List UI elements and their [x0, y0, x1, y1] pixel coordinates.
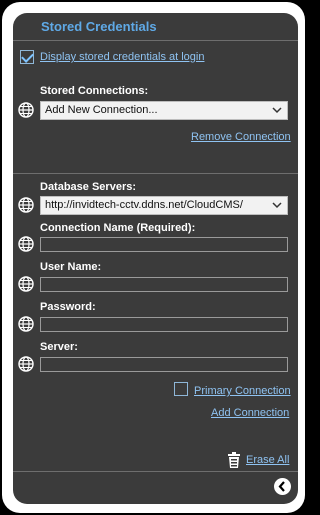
chevron-down-icon	[272, 202, 282, 209]
divider	[13, 471, 298, 472]
stored-connections-select[interactable]: Add New Connection...	[40, 101, 288, 120]
dialog-frame: Stored Credentials Display stored creden…	[2, 2, 305, 513]
back-button[interactable]	[274, 478, 291, 495]
stored-connections-label: Stored Connections:	[40, 85, 149, 97]
globe-icon	[18, 102, 34, 118]
database-servers-select[interactable]: http://invidtech-cctv.ddns.net/CloudCMS/	[40, 196, 288, 215]
stored-credentials-panel: Stored Credentials Display stored creden…	[13, 13, 298, 504]
divider	[13, 40, 298, 41]
add-connection-link[interactable]: Add Connection	[211, 407, 289, 419]
display-login-checkbox[interactable]	[20, 50, 34, 64]
password-label: Password:	[40, 301, 96, 313]
server-label: Server:	[40, 341, 78, 353]
globe-icon	[18, 276, 34, 292]
stored-connections-value: Add New Connection...	[45, 104, 158, 116]
database-servers-value: http://invidtech-cctv.ddns.net/CloudCMS/	[45, 199, 243, 211]
connection-name-input[interactable]	[40, 237, 288, 252]
panel-title: Stored Credentials	[41, 19, 157, 34]
database-servers-label: Database Servers:	[40, 181, 137, 193]
server-input[interactable]	[40, 357, 288, 372]
globe-icon	[18, 197, 34, 213]
trash-icon[interactable]	[227, 452, 241, 468]
display-login-label[interactable]: Display stored credentials at login	[40, 51, 204, 63]
erase-all-link[interactable]: Erase All	[246, 454, 289, 466]
remove-connection-link[interactable]: Remove Connection	[191, 131, 291, 143]
user-name-label: User Name:	[40, 261, 102, 273]
globe-icon	[18, 356, 34, 372]
globe-icon	[18, 236, 34, 252]
primary-connection-checkbox[interactable]	[174, 382, 188, 396]
password-input[interactable]	[40, 317, 288, 332]
chevron-down-icon	[272, 107, 282, 114]
user-name-input[interactable]	[40, 277, 288, 292]
primary-connection-label[interactable]: Primary Connection	[194, 385, 291, 397]
divider	[13, 173, 298, 174]
globe-icon	[18, 316, 34, 332]
connection-name-label: Connection Name (Required):	[40, 222, 196, 234]
chevron-left-icon	[278, 481, 285, 492]
